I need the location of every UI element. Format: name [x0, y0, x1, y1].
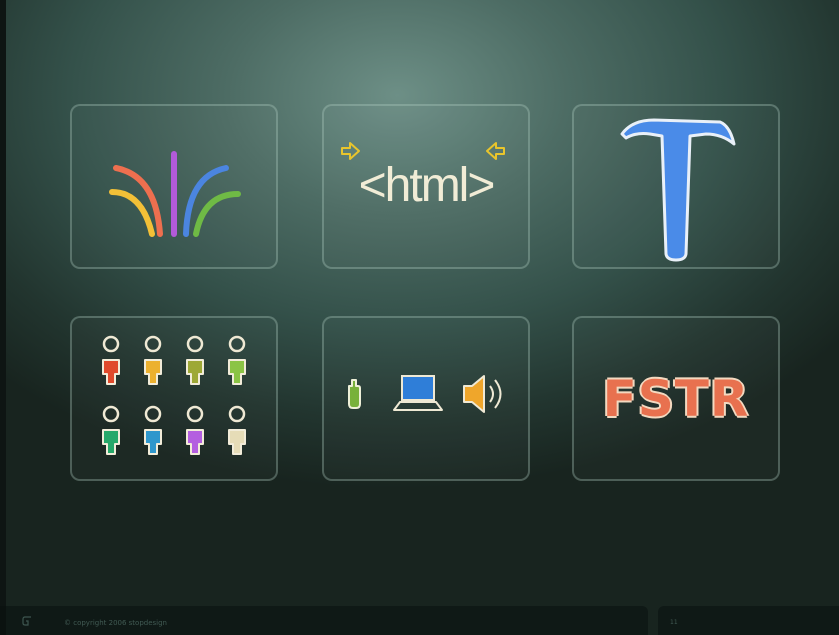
page-number: 11 [670, 619, 678, 626]
person-amber [144, 359, 162, 385]
arc-blue [183, 165, 229, 237]
tile-html: <html> [322, 104, 530, 269]
tile-hammer [572, 104, 780, 269]
person-blue [144, 429, 162, 455]
arc-yellow [109, 189, 155, 237]
fstr-text: FSTR [602, 369, 750, 428]
person-cream [228, 429, 246, 455]
mobile-phone-icon [348, 379, 361, 409]
rainbow-arcs-icon [109, 151, 241, 237]
laptop-icon [393, 375, 443, 411]
tile-devices [322, 316, 530, 481]
hammer-icon [620, 118, 736, 262]
people-icon [102, 335, 246, 455]
slide: <html> FSTR [6, 0, 839, 635]
person-olive [186, 359, 204, 385]
html-tag-text: <html> [358, 159, 496, 212]
tile-fstr: FSTR [572, 316, 780, 481]
person-violet [186, 429, 204, 455]
speaker-icon [463, 375, 502, 413]
copyright-text: © copyright 2006 stopdesign [64, 619, 167, 627]
person-red [102, 359, 120, 385]
devices-icons [348, 375, 502, 413]
person-green [102, 429, 120, 455]
tile-people [70, 316, 278, 481]
person-lime [228, 359, 246, 385]
stopdesign-logo-icon [22, 616, 31, 626]
arc-green [193, 191, 241, 237]
tile-rainbow-arcs [70, 104, 278, 269]
footer-bar-right [658, 606, 839, 635]
